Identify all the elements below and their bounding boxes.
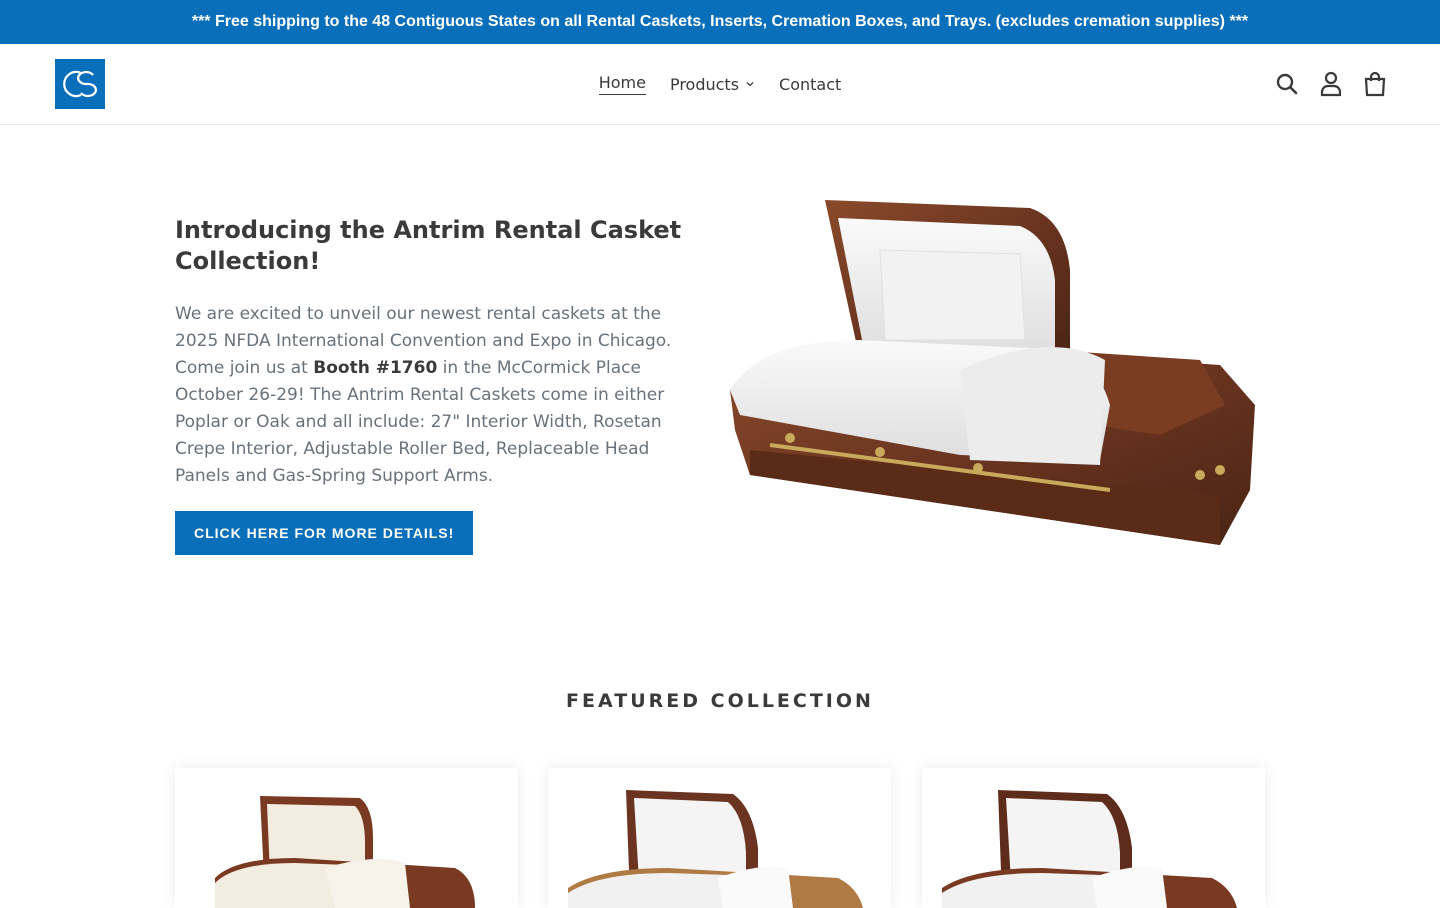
- more-details-button[interactable]: CLICK HERE FOR MORE DETAILS!: [175, 511, 474, 555]
- site-logo[interactable]: [55, 59, 105, 109]
- hero-casket-image: [720, 190, 1265, 560]
- nav-item-home[interactable]: Home: [587, 73, 658, 95]
- product-image: [215, 796, 475, 908]
- product-image: [942, 790, 1237, 908]
- product-image: [568, 790, 863, 908]
- booth-number: Booth #1760: [313, 358, 438, 378]
- search-button[interactable]: [1274, 67, 1300, 101]
- nav-item-label: Contact: [779, 74, 842, 94]
- nav-item-products[interactable]: Products: [658, 75, 767, 94]
- search-icon: [1276, 73, 1298, 95]
- hero-text: We are excited to unveil our newest rent…: [175, 301, 690, 490]
- hero-section: Introducing the Antrim Rental Casket Col…: [175, 200, 695, 555]
- announcement-bar: *** Free shipping to the 48 Contiguous S…: [0, 0, 1440, 44]
- product-card[interactable]: [175, 768, 518, 908]
- cart-icon: [1364, 71, 1386, 97]
- header-actions: [1274, 67, 1388, 101]
- nav-item-label: Home: [598, 73, 646, 95]
- product-card[interactable]: [922, 768, 1265, 908]
- hero-title: Introducing the Antrim Rental Casket Col…: [175, 216, 682, 275]
- site-header: Home Products Contact: [0, 44, 1440, 125]
- logo-mark-icon: [63, 70, 97, 98]
- main-nav: Home Products Contact: [0, 44, 1440, 124]
- announcement-text: *** Free shipping to the 48 Contiguous S…: [191, 13, 1249, 30]
- cart-button[interactable]: [1362, 67, 1388, 101]
- nav-item-label: Products: [669, 74, 740, 94]
- chevron-down-icon: [746, 82, 754, 87]
- product-card[interactable]: [548, 768, 891, 908]
- account-button[interactable]: [1318, 67, 1344, 101]
- account-icon: [1320, 71, 1342, 97]
- featured-collection-title: FEATURED COLLECTION: [566, 690, 874, 712]
- nav-item-contact[interactable]: Contact: [767, 75, 853, 94]
